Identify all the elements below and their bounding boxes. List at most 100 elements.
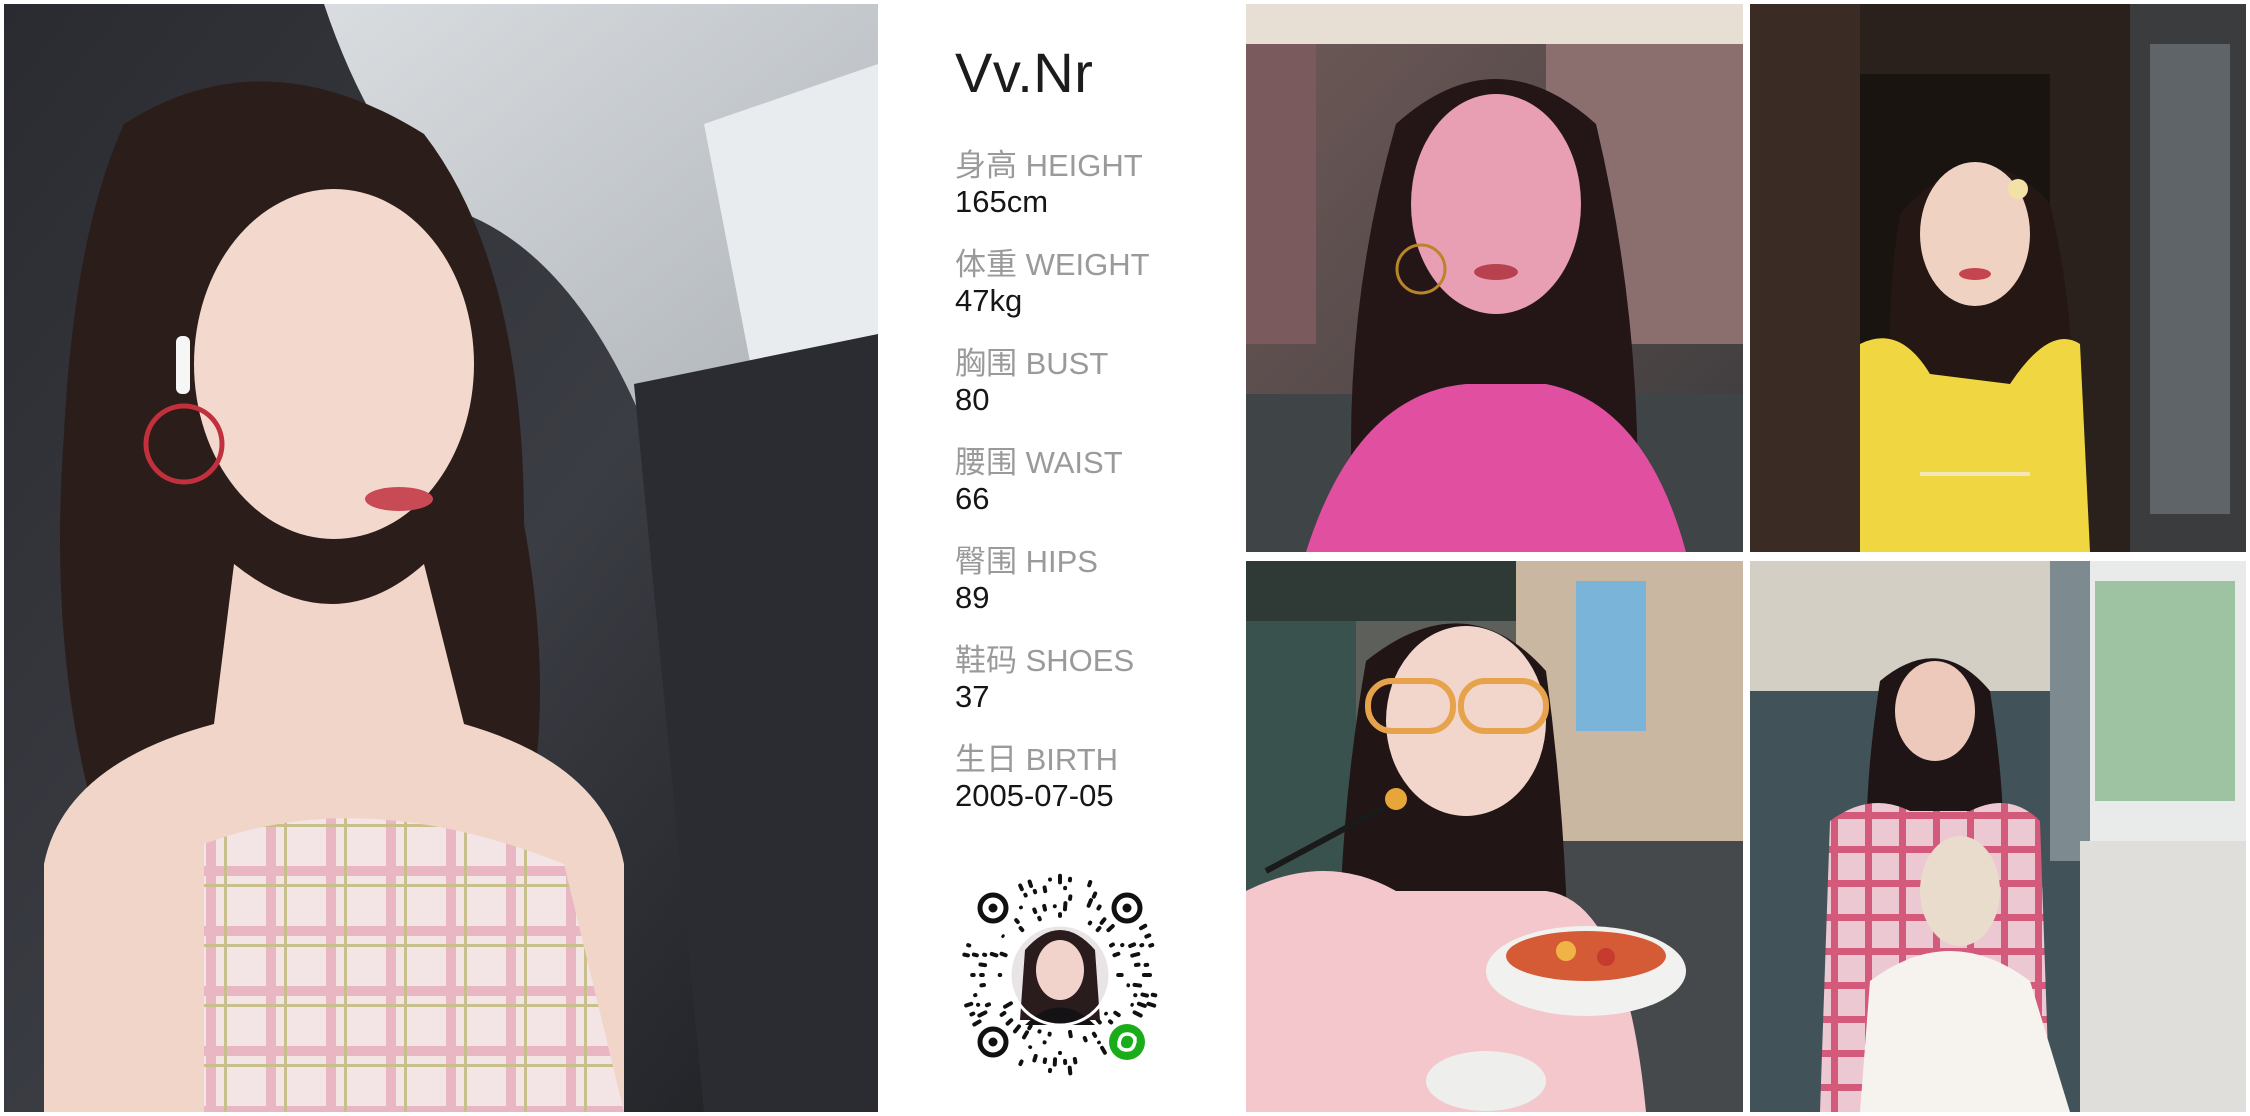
qr-module <box>1148 942 1155 948</box>
qr-module <box>1130 1002 1134 1007</box>
qr-module <box>1023 892 1028 898</box>
qr-module <box>1140 992 1149 998</box>
qr-module <box>1132 1010 1143 1018</box>
qr-module <box>1086 898 1093 908</box>
qr-module <box>1063 1058 1068 1065</box>
qr-module <box>1063 885 1068 891</box>
stat-label-weight: 体重 WEIGHT <box>955 247 1150 282</box>
qr-module <box>989 951 999 958</box>
qr-module <box>1005 1018 1014 1026</box>
qr-module <box>1097 1040 1101 1045</box>
qr-module <box>1052 904 1057 909</box>
qr-module <box>964 1001 974 1008</box>
qr-module <box>1028 1045 1033 1050</box>
qr-module <box>1132 982 1143 988</box>
qr-module <box>1027 879 1034 888</box>
stat-label-hips: 臀围 HIPS <box>955 544 1098 579</box>
qr-module <box>1141 973 1152 977</box>
qr-module <box>1109 942 1115 948</box>
stat-value-bust: 80 <box>955 382 990 417</box>
qr-module <box>1047 1031 1052 1037</box>
mini-program-qr-code[interactable] <box>955 870 1165 1080</box>
qr-module <box>999 951 1008 958</box>
qr-module <box>1014 918 1020 925</box>
qr-module <box>979 973 985 977</box>
qr-module <box>1018 926 1025 933</box>
qr-module <box>1042 1057 1048 1064</box>
qr-module <box>1042 1040 1047 1045</box>
stat-value-hips: 89 <box>955 580 990 615</box>
qr-module <box>1037 915 1042 922</box>
qr-module <box>1091 891 1098 899</box>
stat-value-birth: 2005-07-05 <box>955 778 1114 813</box>
qr-module <box>1058 1050 1062 1055</box>
stat-label-shoes: 鞋码 SHOES <box>955 643 1135 678</box>
qr-module <box>966 943 972 948</box>
qr-module <box>1042 903 1048 912</box>
qr-module <box>1032 1053 1038 1063</box>
qr-module <box>1144 933 1152 939</box>
stat-label-birth: 生日 BIRTH <box>955 742 1119 777</box>
qr-module <box>1143 962 1150 967</box>
qr-avatar <box>1008 923 1112 1027</box>
qr-module <box>1052 1057 1058 1067</box>
qr-module <box>1032 907 1038 915</box>
qr-module <box>1058 912 1062 918</box>
qr-module <box>1022 1030 1029 1040</box>
qr-module <box>970 973 976 977</box>
qr-module <box>962 952 970 958</box>
qr-module <box>978 962 988 968</box>
qr-module <box>1068 1029 1073 1039</box>
qr-module <box>973 993 978 998</box>
portrait-plaid-shirt-photo <box>1750 561 2246 1112</box>
qr-module <box>976 1002 981 1007</box>
qr-module <box>1136 1001 1147 1008</box>
qr-module <box>1047 1067 1053 1074</box>
qr-module <box>1120 943 1125 948</box>
qr-module <box>977 1010 988 1018</box>
qr-module <box>1068 894 1073 901</box>
qr-module <box>1032 888 1038 895</box>
qr-module <box>1126 983 1131 988</box>
stat-value-waist: 66 <box>955 481 990 516</box>
qr-module <box>1139 943 1145 948</box>
qr-module <box>971 952 979 958</box>
qr-module <box>1003 1001 1013 1009</box>
qr-module <box>969 1011 976 1017</box>
qr-module <box>1112 951 1121 958</box>
qr-module <box>1001 934 1005 938</box>
qr-module <box>1139 923 1148 931</box>
qr-module <box>1013 1024 1021 1034</box>
qr-module <box>1018 1059 1024 1067</box>
qr-module <box>1116 973 1124 977</box>
qr-module <box>999 1010 1007 1017</box>
mini-program-link-icon <box>1109 1024 1145 1060</box>
portrait-pink-light-photo <box>1246 4 1743 552</box>
qr-module <box>1106 924 1115 933</box>
qr-module <box>1095 926 1102 933</box>
qr-module <box>1104 1011 1108 1016</box>
qr-module <box>982 952 988 957</box>
qr-module <box>997 973 1003 977</box>
qr-module <box>1048 877 1053 882</box>
qr-module <box>984 1002 992 1008</box>
portrait-glasses-restaurant-photo <box>1246 561 1743 1112</box>
qr-module <box>1067 1065 1073 1076</box>
stat-value-weight: 47kg <box>955 283 1023 318</box>
stat-value-shoes: 37 <box>955 679 990 714</box>
qr-module <box>972 1019 982 1027</box>
stat-label-waist: 腰围 WAIST <box>955 445 1123 480</box>
qr-module <box>1072 1057 1078 1065</box>
qr-module <box>1150 992 1158 998</box>
qr-module <box>1130 951 1141 958</box>
qr-module <box>1082 1035 1088 1043</box>
qr-module <box>979 983 986 988</box>
portrait-yellow-dress-photo <box>1750 4 2246 552</box>
qr-module <box>1113 1010 1121 1018</box>
qr-module <box>1133 962 1141 967</box>
qr-module <box>1018 883 1024 892</box>
qr-module <box>1108 1019 1114 1025</box>
profile-name: Vv.Nr <box>955 41 1094 104</box>
qr-module <box>1058 873 1062 885</box>
stat-value-height: 165cm <box>955 184 1049 219</box>
